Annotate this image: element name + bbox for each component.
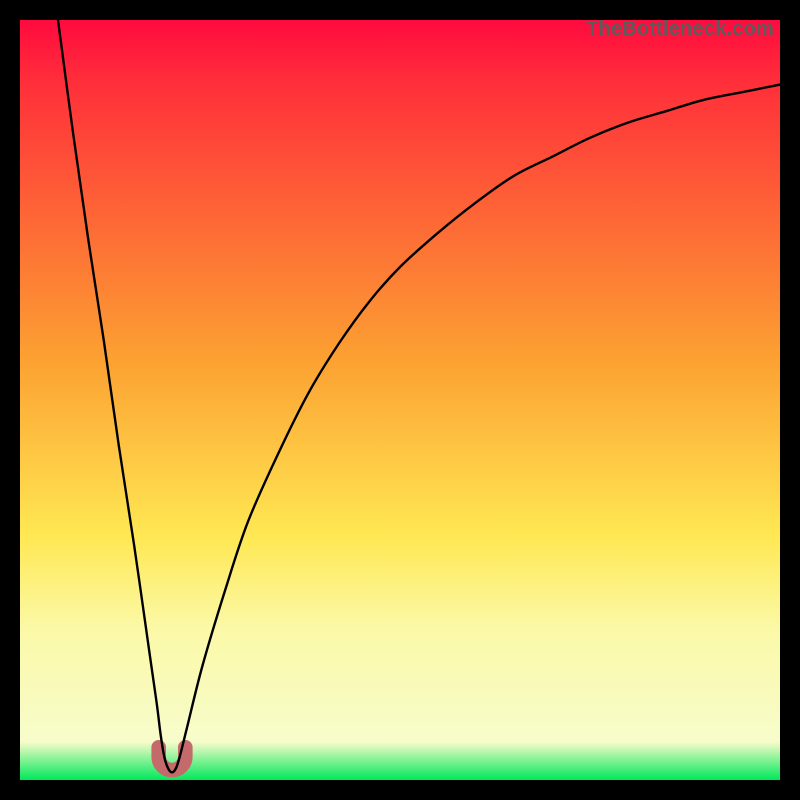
chart-frame: TheBottleneck.com — [20, 20, 780, 780]
bottleneck-chart — [20, 20, 780, 780]
watermark-text: TheBottleneck.com — [586, 18, 774, 41]
gradient-background — [20, 20, 780, 780]
